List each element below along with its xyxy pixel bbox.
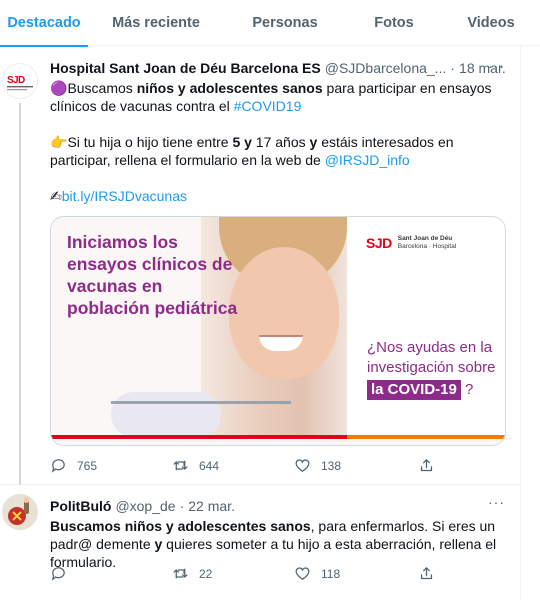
author-name[interactable]: PolitBuló — [50, 498, 111, 514]
author-name[interactable]: Hospital Sant Joan de Déu Barcelona ES — [50, 60, 321, 76]
svg-text:D: D — [18, 75, 25, 86]
image-headline: Iniciamos los ensayos clínicos de vacuna… — [67, 232, 238, 318]
bold-text: Buscamos niños y adolescentes sanos — [50, 518, 311, 534]
image-brand-stripe — [51, 435, 505, 445]
search-tabs: Destacado Más reciente Personas Fotos Vi… — [0, 0, 540, 47]
more-options-icon[interactable]: ··· — [488, 494, 505, 510]
image-brand-logo: SJD Sant Joan de Déu Barcelona · Hospita… — [366, 235, 456, 251]
purple-circle-emoji: 🟣 — [50, 80, 68, 96]
author-handle[interactable]: @SJDbarcelona_... — [325, 60, 447, 76]
tweet-header: Hospital Sant Joan de Déu Barcelona ES @… — [50, 60, 506, 76]
heart-icon — [295, 567, 310, 580]
thread-line — [19, 103, 21, 485]
share-button[interactable] — [418, 457, 458, 474]
share-icon — [420, 459, 433, 472]
retweet-button[interactable]: 22 — [172, 565, 294, 582]
reply-button[interactable]: 765 — [50, 457, 172, 474]
sjd-brand-name: Sant Joan de Déu Barcelona · Hospital — [398, 235, 457, 251]
politbulo-avatar-icon — [2, 494, 38, 530]
reply-button[interactable] — [50, 565, 172, 582]
more-options-icon[interactable]: ··· — [488, 58, 505, 74]
writing-hand-emoji: ✍ — [50, 188, 62, 204]
reply-icon — [51, 459, 65, 473]
image-question: ¿Nos ayudas en la investigación sobre la… — [367, 338, 497, 400]
sjd-logo-icon: S J D — [7, 75, 33, 91]
tab-fotos[interactable]: Fotos — [346, 0, 442, 46]
separator-dot: · — [450, 60, 456, 76]
external-link[interactable]: bit.ly/IRSJDvacunas — [62, 188, 187, 204]
tweet-sjd[interactable]: S J D Hospital Sant Joan de Déu Barcelon… — [0, 47, 520, 485]
reply-count: 765 — [77, 458, 98, 473]
avatar[interactable]: S J D — [2, 63, 38, 99]
bold-text: 5 — [232, 134, 241, 150]
like-count: 138 — [321, 458, 342, 473]
share-icon — [420, 567, 433, 580]
text-run: Si tu hija o hijo tiene entre — [67, 134, 233, 150]
like-button[interactable]: 138 — [294, 457, 418, 474]
avatar[interactable] — [2, 494, 38, 530]
like-button[interactable]: 118 — [294, 565, 418, 582]
question-mark: ? — [465, 381, 474, 398]
tweet-text: 🟣Buscamos niños y adolescentes sanos par… — [50, 79, 512, 205]
sjd-mark: SJD — [366, 235, 392, 251]
share-button[interactable] — [418, 565, 458, 582]
retweet-count: 22 — [199, 566, 213, 581]
pointing-hand-emoji: 👉 — [50, 134, 68, 150]
retweet-icon — [173, 460, 188, 471]
tweet-politbulo[interactable]: PolitBuló @xop_de · 22 mar. ··· Buscamos… — [0, 486, 520, 600]
retweet-icon — [173, 568, 188, 579]
bold-text: niños y adolescentes sanos — [136, 80, 323, 96]
question-text: ¿Nos ayudas en la investigación sobre — [367, 339, 496, 376]
covid-tag: la COVID-19 — [367, 380, 461, 400]
mention-irsjd[interactable]: @IRSJD_info — [325, 152, 410, 168]
photo-syringe — [111, 401, 291, 404]
tab-mas-reciente[interactable]: Más reciente — [88, 0, 224, 46]
retweet-count: 644 — [199, 458, 220, 473]
right-rail-divider — [520, 46, 540, 600]
reply-icon — [51, 567, 65, 581]
tweet-actions: 765 644 138 — [50, 457, 458, 474]
tweet-actions: 22 118 — [50, 565, 458, 582]
tweet-header: PolitBuló @xop_de · 22 mar. — [50, 498, 235, 514]
tab-destacado[interactable]: Destacado — [0, 0, 88, 47]
heart-icon — [295, 459, 310, 472]
brand-line-2: Barcelona · Hospital — [397, 243, 457, 250]
separator-dot: · — [179, 498, 185, 514]
brand-line-1: Sant Joan de Déu — [397, 235, 453, 242]
tweet-date[interactable]: 22 mar. — [188, 498, 235, 514]
bold-text: y — [244, 134, 252, 150]
author-handle[interactable]: @xop_de — [115, 498, 175, 514]
photo-gloved-hand — [111, 392, 221, 437]
text-run: Buscamos — [67, 80, 137, 96]
tweet-text: Buscamos niños y adolescentes sanos, par… — [50, 517, 512, 571]
like-count: 118 — [321, 566, 341, 581]
hashtag-covid19[interactable]: #COVID19 — [234, 98, 302, 114]
tab-personas[interactable]: Personas — [224, 0, 346, 46]
retweet-button[interactable]: 644 — [172, 457, 294, 474]
text-run: 17 años — [251, 134, 310, 150]
tweet-image[interactable]: Iniciamos los ensayos clínicos de vacuna… — [50, 216, 506, 446]
tab-videos[interactable]: Videos — [442, 0, 540, 46]
